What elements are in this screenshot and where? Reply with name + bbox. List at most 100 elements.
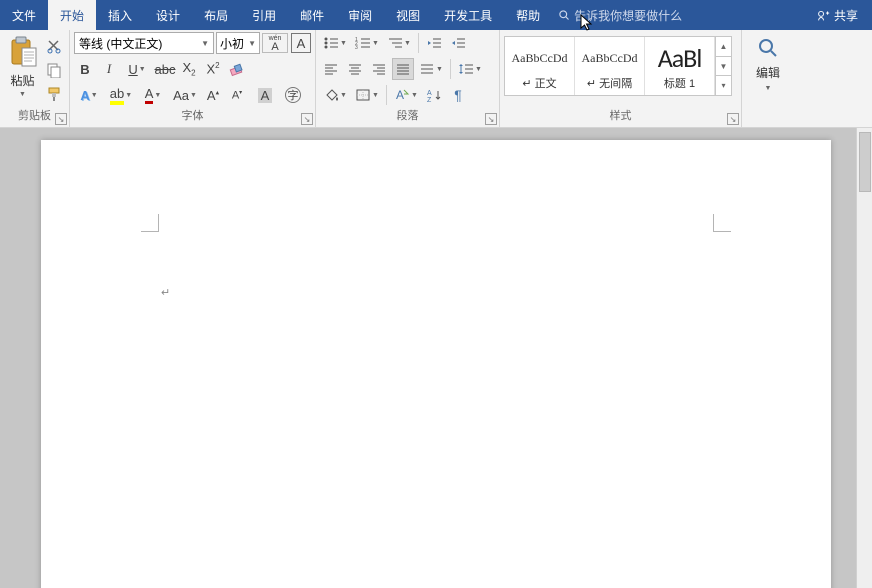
page[interactable]: ↵ <box>41 140 831 588</box>
font-name-combo[interactable]: 等线 (中文正文) ▼ <box>74 32 214 54</box>
format-painter-icon <box>46 86 62 102</box>
align-center-button[interactable] <box>344 58 366 80</box>
copy-icon <box>46 62 62 78</box>
change-case-button[interactable]: Aa▼ <box>170 84 200 106</box>
gallery-down-button[interactable]: ▼ <box>716 57 731 77</box>
phonetic-guide-button[interactable]: wén A <box>262 32 288 54</box>
character-shading-button[interactable]: A <box>250 84 280 106</box>
gallery-up-button[interactable]: ▲ <box>716 37 731 57</box>
font-size-combo[interactable]: 小初 ▼ <box>216 32 260 54</box>
tab-view[interactable]: 视图 <box>384 0 432 30</box>
tab-file[interactable]: 文件 <box>0 0 48 30</box>
margin-corner-top-left <box>141 214 159 232</box>
character-border-icon: A <box>291 33 311 53</box>
enclose-characters-button[interactable]: 字 <box>282 84 304 106</box>
bold-button[interactable]: B <box>74 58 96 80</box>
highlight-button[interactable]: ab▼ <box>106 84 136 106</box>
share-button[interactable]: 共享 <box>803 0 872 30</box>
editing-button[interactable]: 编辑 ▼ <box>746 36 790 92</box>
copy-button[interactable] <box>43 60 65 80</box>
paste-label: 粘贴 <box>10 72 34 89</box>
format-painter-button[interactable] <box>43 84 65 104</box>
paste-icon <box>8 36 38 70</box>
chevron-down-icon: ▼ <box>248 39 256 48</box>
tell-me-placeholder: 告诉我你想要做什么 <box>574 7 682 24</box>
align-left-button[interactable] <box>320 58 342 80</box>
styles-dialog-launcher[interactable]: ↘ <box>727 113 739 125</box>
style-preview: AaBbCcDd <box>512 41 568 75</box>
align-right-icon <box>371 62 387 76</box>
superscript-button[interactable]: X2 <box>202 58 224 80</box>
numbering-button[interactable]: 123▼ <box>352 32 382 54</box>
underline-button[interactable]: U▼ <box>122 58 152 80</box>
underline-icon: U <box>128 62 137 77</box>
strikethrough-button[interactable]: abc <box>154 58 176 80</box>
align-distributed-icon <box>419 62 435 76</box>
group-font: 等线 (中文正文) ▼ 小初 ▼ wén A A <box>70 30 316 127</box>
font-color-button[interactable]: A▼ <box>138 84 168 106</box>
show-marks-button[interactable]: ¶ <box>447 84 469 106</box>
svg-text:3: 3 <box>355 45 358 50</box>
tab-home[interactable]: 开始 <box>48 0 96 30</box>
italic-button[interactable]: I <box>98 58 120 80</box>
tell-me-search[interactable]: 告诉我你想要做什么 <box>558 0 682 30</box>
ribbon: 粘贴 ▼ 剪贴板 ↘ 等线 (中文正文) ▼ 小初 <box>0 30 872 128</box>
grow-font-button[interactable]: A▴ <box>202 84 224 106</box>
clear-formatting-button[interactable] <box>226 58 248 80</box>
bullets-button[interactable]: ▼ <box>320 32 350 54</box>
chevron-down-icon: ▼ <box>765 85 772 92</box>
styles-gallery-scroll: ▲ ▼ ▾ <box>715 37 731 95</box>
style-heading-1[interactable]: AaBl 标题 1 <box>645 37 715 95</box>
font-dialog-launcher[interactable]: ↘ <box>301 113 313 125</box>
superscript-icon: X2 <box>206 61 219 76</box>
line-spacing-button[interactable]: ▼ <box>455 58 485 80</box>
share-icon <box>817 9 830 22</box>
clipboard-dialog-launcher[interactable]: ↘ <box>55 113 67 125</box>
paragraph-mark-icon: ↵ <box>161 286 170 299</box>
paragraph-dialog-launcher[interactable]: ↘ <box>485 113 497 125</box>
sort-button[interactable]: AZ <box>423 84 445 106</box>
shrink-font-button[interactable]: A▾ <box>226 84 248 106</box>
font-size-value: 小初 <box>220 35 244 52</box>
tab-layout[interactable]: 布局 <box>192 0 240 30</box>
align-justify-button[interactable] <box>392 58 414 80</box>
svg-text:A: A <box>427 90 432 97</box>
shading-button[interactable]: ▼ <box>320 84 350 106</box>
scrollbar-thumb[interactable] <box>859 132 871 192</box>
character-border-button[interactable]: A <box>290 32 312 54</box>
tab-developer[interactable]: 开发工具 <box>432 0 504 30</box>
borders-button[interactable]: ▼ <box>352 84 382 106</box>
grow-font-icon: A▴ <box>207 88 219 103</box>
chevron-down-icon: ▼ <box>201 39 209 48</box>
phonetic-guide-icon: wén A <box>262 33 288 53</box>
italic-icon: I <box>107 61 111 77</box>
text-effects-button[interactable]: A▼ <box>74 84 104 106</box>
gallery-more-button[interactable]: ▾ <box>716 76 731 95</box>
document-canvas[interactable]: ↵ <box>0 128 872 588</box>
decrease-indent-button[interactable] <box>423 32 445 54</box>
change-case-icon: Aa <box>173 88 189 103</box>
tab-help[interactable]: 帮助 <box>504 0 552 30</box>
increase-indent-button[interactable] <box>447 32 469 54</box>
asian-layout-button[interactable]: A▼ <box>391 84 421 106</box>
tab-mailings[interactable]: 邮件 <box>288 0 336 30</box>
vertical-scrollbar[interactable] <box>856 128 872 588</box>
style-no-spacing[interactable]: AaBbCcDd ↵ 无间隔 <box>575 37 645 95</box>
cut-button[interactable] <box>43 36 65 56</box>
align-right-button[interactable] <box>368 58 390 80</box>
group-editing-label <box>746 109 790 127</box>
multilevel-list-button[interactable]: ▼ <box>384 32 414 54</box>
paste-button[interactable]: 粘贴 ▼ <box>4 36 41 98</box>
tab-design[interactable]: 设计 <box>144 0 192 30</box>
align-distributed-button[interactable]: ▼ <box>416 58 446 80</box>
subscript-button[interactable]: X2 <box>178 58 200 80</box>
tab-references[interactable]: 引用 <box>240 0 288 30</box>
margin-corner-top-right <box>713 214 731 232</box>
tab-review[interactable]: 审阅 <box>336 0 384 30</box>
cut-icon <box>46 38 62 54</box>
tab-insert[interactable]: 插入 <box>96 0 144 30</box>
style-normal[interactable]: AaBbCcDd ↵ 正文 <box>505 37 575 95</box>
font-name-value: 等线 (中文正文) <box>79 35 162 52</box>
find-icon <box>756 36 780 60</box>
svg-text:A: A <box>396 88 404 102</box>
